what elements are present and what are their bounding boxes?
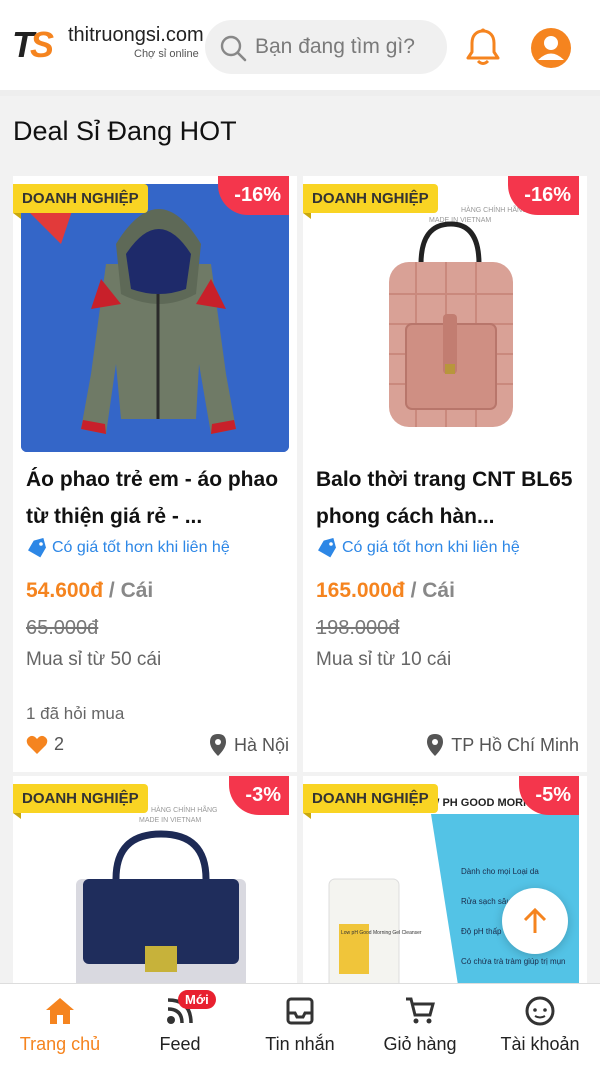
product-image[interactable] — [21, 184, 289, 452]
min-quantity: Mua sỉ từ 50 cái — [26, 649, 162, 670]
location-pin-icon — [427, 734, 444, 756]
image-caption: HÀNG CHÍNH HÃNG — [151, 805, 218, 814]
location-pin-icon — [209, 734, 226, 756]
product-card[interactable]: DOANH NGHIỆP -16% HÀNG CHÍNH HÃNG MADE I… — [303, 176, 587, 772]
image-bullet: Rửa sạch sâu — [461, 897, 511, 906]
image-subcaption: MADE IN VIETNAM — [139, 817, 201, 824]
business-badge: DOANH NGHIỆP — [13, 184, 148, 219]
nav-item-messages[interactable]: Tin nhắn — [240, 984, 360, 1067]
logo-tagline: Chợ sỉ online — [134, 48, 199, 60]
asked-count: 1 đã hỏi mua — [26, 704, 125, 723]
tag-icon — [318, 538, 336, 558]
heart-icon — [26, 735, 48, 754]
search-bar[interactable] — [205, 20, 447, 74]
new-badge: Mới — [178, 990, 216, 1009]
inbox-icon — [286, 997, 314, 1025]
app-header: TS thitruongsi.com Chợ sỉ online — [0, 0, 600, 96]
arrow-up-icon — [523, 907, 547, 933]
location: Hà Nội — [209, 734, 289, 756]
tube-label: Low pH Good Morning Gel Cleanser — [341, 930, 422, 936]
nav-item-cart[interactable]: Giỏ hàng — [360, 984, 480, 1067]
contact-price-link[interactable]: Có giá tốt hơn khi liên hệ — [316, 538, 520, 558]
search-input[interactable] — [255, 30, 441, 64]
business-badge: DOANH NGHIỆP — [303, 184, 438, 219]
nav-item-home[interactable]: Trang chủ — [0, 984, 120, 1067]
cart-icon — [406, 997, 435, 1024]
product-price: 54.600đ / Cái — [26, 579, 154, 602]
product-image[interactable]: HÀNG CHÍNH HÃNG MADE IN VIETNAM — [311, 184, 579, 452]
image-caption: W PH GOOD MORN — [429, 797, 531, 809]
search-icon — [220, 35, 247, 62]
product-price: 165.000đ / Cái — [316, 579, 455, 602]
product-card[interactable]: DOANH NGHIỆP -3% HÀNG CHÍNH HÃNG MADE IN… — [13, 776, 297, 983]
min-quantity: Mua sỉ từ 10 cái — [316, 649, 452, 670]
profile-icon — [525, 996, 555, 1026]
image-bullet: Độ pH thấp — [461, 927, 502, 936]
old-price: 65.000đ — [26, 617, 99, 639]
logo[interactable]: TS thitruongsi.com Chợ sỉ online — [12, 22, 204, 66]
contact-price-link[interactable]: Có giá tốt hơn khi liên hệ — [26, 538, 230, 558]
tag-icon — [28, 538, 46, 558]
logo-mark: TS — [12, 24, 54, 65]
location: TP Hồ Chí Minh — [427, 734, 579, 756]
business-badge: DOANH NGHIỆP — [303, 784, 438, 819]
account-icon[interactable] — [530, 27, 572, 74]
scroll-top-button[interactable] — [502, 888, 568, 954]
old-price: 198.000đ — [316, 617, 400, 639]
section-title: Deal Sỉ Đang HOT — [13, 116, 237, 146]
image-bullet: Có chứa trà tràm giúp trị mụn — [461, 957, 566, 966]
product-card[interactable]: DOANH NGHIỆP -16% Áo phao trẻ em - áo ph… — [13, 176, 297, 772]
product-name[interactable]: Áo phao trẻ em - áo phao từ thiện giá rẻ… — [26, 461, 288, 535]
image-bullet: Dành cho mọi Loại da — [461, 867, 539, 876]
home-icon — [46, 998, 74, 1024]
bell-icon[interactable] — [466, 28, 500, 71]
bottom-nav: Trang chủ Mới Feed Tin nhắn Giỏ hàng Tài… — [0, 983, 600, 1067]
product-image[interactable]: HÀNG CHÍNH HÃNG MADE IN VIETNAM — [21, 784, 289, 983]
like-button[interactable]: 2 — [26, 734, 64, 755]
logo-name: thitruongsi.com — [68, 24, 204, 46]
nav-item-feed[interactable]: Mới Feed — [120, 984, 240, 1067]
product-name[interactable]: Balo thời trang CNT BL65 phong cách hàn.… — [316, 461, 578, 535]
business-badge: DOANH NGHIỆP — [13, 784, 148, 819]
nav-item-profile[interactable]: Tài khoản — [480, 984, 600, 1067]
